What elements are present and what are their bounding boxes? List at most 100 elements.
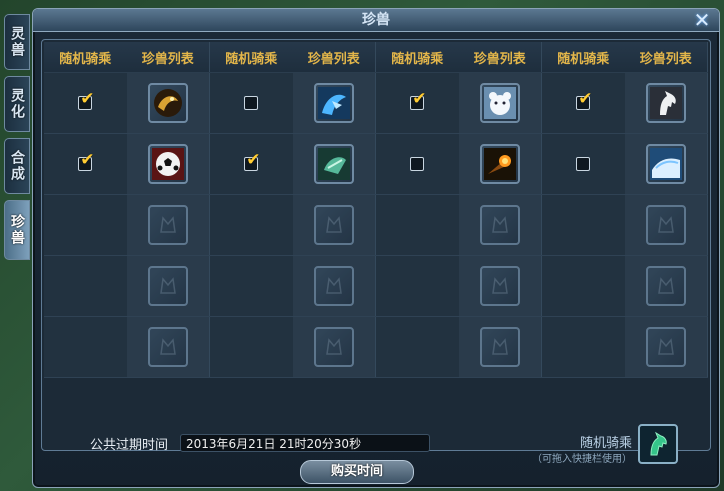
empty-slot-icon (159, 338, 176, 355)
pet-slot[interactable] (147, 83, 188, 123)
empty-pet-slot[interactable] (479, 266, 520, 306)
pet-panel: 随机骑乘 珍兽列表 随机骑乘 珍兽列表 随机骑乘 珍兽列表 随机骑乘 珍兽列表 ✔ ✔ ✔ ✔ ✔ 公… (41, 39, 711, 465)
table-row: ✔ ✔ (44, 134, 708, 195)
pet-slot[interactable] (645, 144, 686, 184)
empty-pet-slot[interactable] (313, 327, 354, 367)
empty-pet-slot[interactable] (313, 266, 354, 306)
checkmark-icon: ✔ (246, 150, 261, 170)
pet-cell (292, 256, 376, 316)
expire-time-label: 公共过期时间 (90, 438, 169, 453)
random-ride-checkbox[interactable]: ✔ (78, 152, 95, 171)
empty-pet-slot[interactable] (645, 327, 686, 367)
random-ride-cell (542, 195, 625, 255)
empty-slot-icon (491, 216, 508, 233)
random-ride-cell (44, 195, 127, 255)
pet-cell (624, 317, 708, 377)
tab-hecheng[interactable]: 合成 (4, 138, 30, 194)
empty-pet-slot[interactable] (479, 205, 520, 245)
random-ride-slot[interactable] (638, 424, 678, 464)
random-ride-cell (376, 256, 459, 316)
random-ride-cell: ✔ (542, 73, 625, 133)
empty-slot-icon (325, 338, 342, 355)
random-ride-checkbox[interactable]: ✔ (410, 91, 427, 110)
random-ride-checkbox[interactable]: ✔ (78, 91, 95, 110)
zhenshou-window: 珍兽 ✕ 随机骑乘 珍兽列表 随机骑乘 珍兽列表 随机骑乘 珍兽列表 随机骑乘 珍兽列表 ✔ ✔… (32, 8, 720, 488)
header-random-ride: 随机骑乘 (557, 51, 610, 67)
pet-cell (126, 256, 210, 316)
window-title: 珍兽 (33, 9, 719, 32)
pet-cell (126, 134, 210, 194)
random-ride-cell: ✔ (210, 134, 293, 194)
random-ride-cell (44, 317, 127, 377)
empty-slot-icon (491, 338, 508, 355)
tab-lingshou[interactable]: 灵兽 (4, 14, 30, 70)
empty-pet-slot[interactable] (147, 327, 188, 367)
table-row: ✔ ✔ ✔ (44, 73, 708, 134)
empty-slot-icon (325, 277, 342, 294)
green-crystal-icon (317, 148, 350, 180)
pet-cell (292, 317, 376, 377)
pet-slot[interactable] (645, 83, 686, 123)
pet-cell (624, 73, 708, 133)
random-ride-checkbox[interactable] (244, 96, 259, 110)
close-icon[interactable]: ✕ (693, 10, 711, 30)
pet-slot[interactable] (479, 83, 520, 123)
random-ride-checkbox[interactable]: ✔ (576, 91, 593, 110)
pet-grid: 随机骑乘 珍兽列表 随机骑乘 珍兽列表 随机骑乘 珍兽列表 随机骑乘 珍兽列表 ✔ ✔ ✔ ✔ ✔ (44, 42, 708, 378)
table-row (44, 256, 708, 317)
pet-slot[interactable] (479, 144, 520, 184)
pet-cell (458, 256, 542, 316)
green-horse-icon (650, 431, 667, 456)
expire-time-value: 2013年6月21日 21时20分30秒 (180, 434, 430, 452)
empty-slot-icon (491, 277, 508, 294)
random-ride-cell (210, 73, 293, 133)
side-tabs: 灵兽 灵化 合成 珍兽 (4, 14, 32, 266)
pet-cell (292, 134, 376, 194)
random-ride-checkbox[interactable] (410, 157, 425, 171)
tab-zhenshou[interactable]: 珍兽 (4, 200, 30, 260)
pet-cell (458, 73, 542, 133)
empty-pet-slot[interactable] (645, 205, 686, 245)
random-ride-cell (376, 134, 459, 194)
random-ride-checkbox[interactable]: ✔ (244, 152, 261, 171)
pet-cell (292, 73, 376, 133)
table-row (44, 317, 708, 378)
empty-slot-icon (325, 216, 342, 233)
empty-pet-slot[interactable] (479, 327, 520, 367)
pet-cell (292, 195, 376, 255)
pet-cell (458, 195, 542, 255)
random-ride-cell (542, 317, 625, 377)
random-ride-cell: ✔ (44, 134, 127, 194)
empty-pet-slot[interactable] (147, 266, 188, 306)
pet-slot[interactable] (147, 144, 188, 184)
tab-linghua[interactable]: 灵化 (4, 76, 30, 132)
pet-cell (458, 317, 542, 377)
empty-slot-icon (657, 277, 674, 294)
pet-slot[interactable] (313, 83, 354, 123)
random-ride-cell (210, 317, 293, 377)
empty-pet-slot[interactable] (645, 266, 686, 306)
random-ride-cell (210, 256, 293, 316)
empty-pet-slot[interactable] (147, 205, 188, 245)
random-ride-cell (210, 195, 293, 255)
pet-cell (126, 317, 210, 377)
random-ride-cell (376, 195, 459, 255)
empty-slot-icon (159, 277, 176, 294)
random-ride-cell (542, 256, 625, 316)
random-ride-cell: ✔ (376, 73, 459, 133)
random-ride-cell (542, 134, 625, 194)
golden-dragon-icon (153, 89, 182, 117)
random-ride-label: 随机骑乘 (579, 436, 632, 451)
pet-cell (624, 195, 708, 255)
empty-slot-icon (159, 216, 176, 233)
random-ride-cell (44, 256, 127, 316)
blue-dragon-icon (317, 87, 350, 119)
empty-pet-slot[interactable] (313, 205, 354, 245)
buy-time-button[interactable]: 购买时间 (300, 460, 414, 484)
checkmark-icon: ✔ (80, 150, 95, 170)
table-row (44, 195, 708, 256)
random-ride-checkbox[interactable] (576, 157, 591, 171)
pet-slot[interactable] (313, 144, 354, 184)
random-ride-hint: （可拖入快捷栏使用） (532, 454, 632, 465)
header-pet-list: 珍兽列表 (459, 42, 542, 72)
